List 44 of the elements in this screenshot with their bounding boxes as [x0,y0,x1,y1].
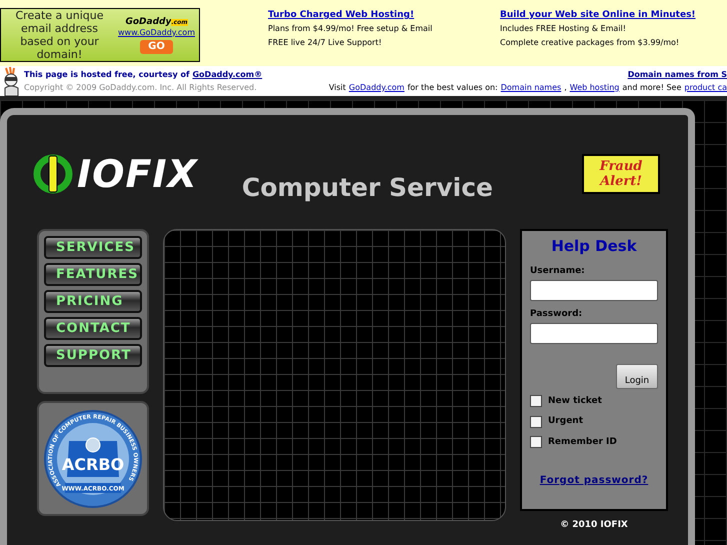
ad-title-link[interactable]: Build your Web site Online in Minutes! [500,8,696,22]
checkbox[interactable] [530,436,542,448]
footer-copyright: © 2010 IOFIX [560,519,628,532]
ad-title-link[interactable]: Turbo Charged Web Hosting! [268,8,414,22]
nav-button[interactable]: FEATURES [44,263,142,286]
checkbox[interactable] [530,395,542,408]
text-input[interactable] [530,280,658,300]
checkbox-label: New ticket [548,394,602,408]
nav-button[interactable]: PRICING [44,290,142,313]
nav-button[interactable]: SERVICES [44,236,142,259]
ad-text: Complete creative packages from $3.99/mo! [500,37,680,49]
godaddy-link[interactable]: www.GoDaddy.com [118,28,195,38]
login-button[interactable]: Login [616,364,658,388]
ad-text: Includes FREE Hosting & Email! [500,23,627,35]
domain-names-link[interactable]: Domain names from S [628,68,727,81]
copyright-text: Copyright © 2009 GoDaddy.com. Inc. All Rights Reserved. [24,82,258,94]
text-link[interactable]: Web hosting [570,80,620,94]
visit-text: for the best values on: [407,82,498,94]
text-input[interactable] [530,322,658,344]
fraud-alert-badge[interactable]: Fraud Alert! [582,154,660,194]
forgot-password-link[interactable]: Forgot password? [530,473,658,488]
ad-text: FREE live 24/7 Live Support! [268,37,383,49]
ad-text: Plans from $4.99/mo! Free setup & Email [268,23,434,35]
fraud-alert-text: Fraud Alert! [598,159,644,189]
hosted-notice: This page is hosted free, courtesy of [24,68,190,81]
text-link[interactable]: GoDaddy.com [348,80,404,94]
visit-text: Visit [328,82,346,94]
field-label: Username: [530,264,586,278]
site-logo: IOFIX [77,150,198,198]
checkbox[interactable] [530,416,542,428]
visit-text: and more! See [622,82,682,94]
nav-button[interactable]: CONTACT [44,317,142,340]
help-desk-title: Help Desk [550,236,638,257]
site-tagline: Computer Service [242,172,493,204]
text-link[interactable]: Domain names [500,80,562,94]
ad-text: Create a unique email address based on your domain! [14,9,105,61]
text-link[interactable]: product ca [684,80,727,94]
godaddy-link[interactable]: GoDaddy.com® [192,68,262,81]
nav-button[interactable]: SUPPORT [44,344,142,367]
checkbox-label: Remember ID [548,436,617,448]
logo-icon [33,154,73,194]
checkbox-label: Urgent [548,415,584,428]
field-label: Password: [530,308,584,320]
visit-text: , [564,82,567,94]
